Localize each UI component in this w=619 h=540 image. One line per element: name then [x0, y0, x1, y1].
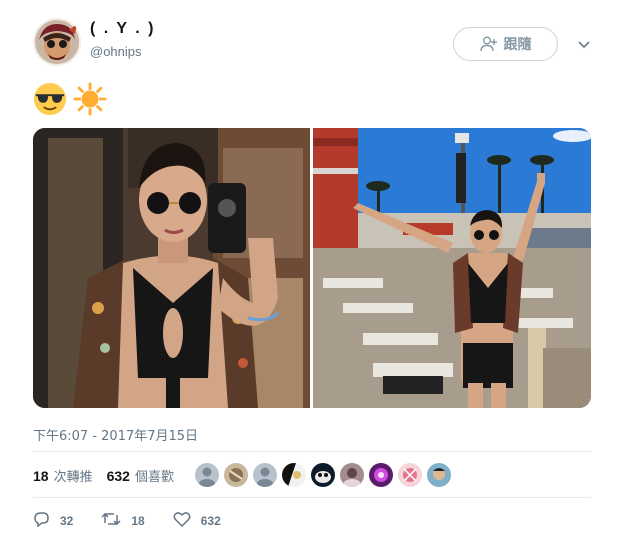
liker-avatar[interactable] [340, 463, 364, 487]
liker-avatar[interactable] [282, 463, 306, 487]
selfie-photo[interactable] [33, 128, 310, 408]
chevron-down-icon[interactable] [576, 36, 592, 52]
tweet-text [33, 82, 107, 116]
divider [33, 451, 591, 452]
like-count: 632 [200, 513, 221, 528]
retweet-count: 18 [131, 513, 145, 528]
retweet-button[interactable]: 18 [101, 511, 145, 530]
tweet-stats: 18 次轉推 632 個喜歡 [33, 466, 188, 486]
liker-avatar[interactable] [311, 463, 335, 487]
liker-avatar[interactable] [369, 463, 393, 487]
likes-count: 632 [106, 467, 130, 484]
display-name[interactable]: ( . Y . ) [90, 20, 155, 38]
tweet-timestamp[interactable]: 下午6:07 - 2017年7月15日 [33, 425, 198, 444]
liker-avatar[interactable] [398, 463, 422, 487]
user-handle[interactable]: @ohnips [90, 44, 142, 59]
retweets-count: 18 [33, 467, 49, 484]
liker-avatars [195, 463, 451, 487]
follow-button[interactable]: 跟隨 [453, 27, 558, 61]
retweets-label: 次轉推 [53, 470, 93, 485]
liker-avatar[interactable] [195, 463, 219, 487]
sun-emoji-icon [73, 82, 107, 116]
likes-stat[interactable]: 632 個喜歡 [106, 466, 174, 486]
reply-button[interactable]: 32 [33, 511, 73, 530]
retweet-icon [101, 511, 121, 530]
poolside-photo[interactable] [313, 128, 591, 408]
reply-icon [33, 511, 50, 530]
add-user-icon [479, 36, 498, 52]
divider [33, 497, 591, 498]
retweets-stat[interactable]: 18 次轉推 [33, 466, 93, 486]
tweet-actions: 32 18 632 [33, 511, 249, 530]
sunglasses-emoji-icon [33, 82, 67, 116]
reply-count: 32 [60, 513, 74, 528]
like-button[interactable]: 632 [173, 511, 221, 530]
liker-avatar[interactable] [427, 463, 451, 487]
tweet-card: ( . Y . ) @ohnips 跟隨 下午6:07 - 2017年7月15日… [0, 0, 619, 540]
avatar[interactable] [33, 18, 81, 66]
liker-avatar[interactable] [224, 463, 248, 487]
follow-button-label: 跟隨 [503, 37, 532, 53]
heart-icon [173, 511, 191, 530]
likes-label: 個喜歡 [134, 470, 174, 485]
liker-avatar[interactable] [253, 463, 277, 487]
